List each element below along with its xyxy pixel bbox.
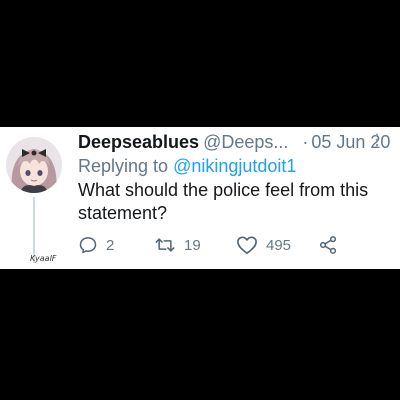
tweet-actions: 2 19 495 <box>78 233 388 257</box>
tweet-card[interactable]: KyaalF Deepseablues @Deeps... · 05 Jun 20 R… <box>0 127 400 269</box>
avatar[interactable] <box>6 137 62 193</box>
share-button[interactable] <box>318 233 338 257</box>
reply-icon <box>79 237 97 254</box>
tweet-text: What should the police feel from this st… <box>78 180 369 223</box>
watermark-text: KyaalF <box>30 254 57 263</box>
retweet-count: 19 <box>184 236 201 254</box>
tweet-header: Deepseablues @Deeps... · 05 Jun 20 <box>78 131 398 153</box>
retweet-icon <box>155 238 175 252</box>
anime-avatar-icon[interactable] <box>6 137 62 193</box>
reply-button[interactable]: 2 <box>78 233 114 257</box>
replying-to-line: Replying to @nikingjutdoit1 <box>78 155 296 177</box>
heart-icon <box>237 236 257 254</box>
separator-dot: · <box>302 132 309 152</box>
reply-mention-link[interactable]: @nikingjutdoit1 <box>173 156 296 176</box>
screenshot-canvas: KyaalF Deepseablues @Deeps... · 05 Jun 20 R… <box>0 0 400 400</box>
replying-prefix: Replying to <box>78 156 169 176</box>
more-dots-icon[interactable] <box>372 131 382 153</box>
reply-count: 2 <box>106 236 115 254</box>
display-name[interactable]: Deepseablues <box>78 132 199 152</box>
share-icon <box>319 236 337 254</box>
like-count: 495 <box>266 236 292 254</box>
like-button[interactable]: 495 <box>236 233 291 257</box>
user-handle[interactable]: @Deeps... <box>203 132 288 152</box>
retweet-button[interactable]: 19 <box>154 233 201 257</box>
